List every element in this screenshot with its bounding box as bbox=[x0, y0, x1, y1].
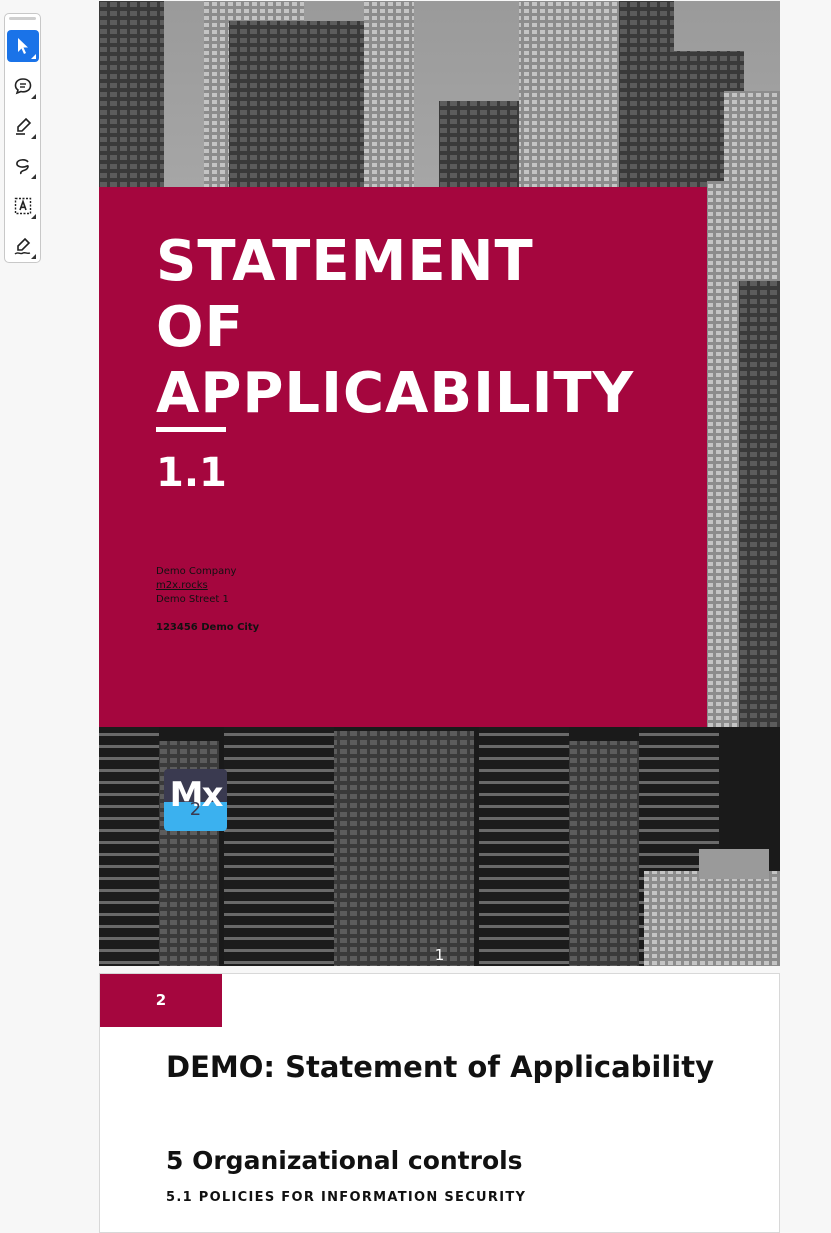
content-page: 2 DEMO: Statement of Applicability 5 Org… bbox=[99, 973, 780, 1233]
cover-title-box: STATEMENT OF APPLICABILITY 1.1 Demo Comp… bbox=[99, 187, 707, 727]
lasso-draw-icon bbox=[16, 159, 29, 175]
tool-options-indicator bbox=[31, 54, 36, 59]
tool-options-indicator bbox=[31, 174, 36, 179]
cover-title-line: OF bbox=[156, 295, 244, 360]
cover-title-line: APPLICABILITY bbox=[156, 361, 635, 426]
company-name: Demo Company bbox=[156, 566, 237, 577]
signature-pen-icon bbox=[14, 237, 31, 255]
freehand-tool-button[interactable] bbox=[7, 150, 39, 182]
toolbar-drag-handle[interactable] bbox=[9, 17, 36, 20]
cover-title: STATEMENT OF APPLICABILITY bbox=[156, 229, 634, 427]
logo-subscript: 2 bbox=[189, 799, 202, 820]
select-tool-button[interactable] bbox=[7, 30, 39, 62]
signature-tool-button[interactable] bbox=[7, 230, 39, 262]
company-website-link[interactable]: m2x.rocks bbox=[156, 579, 259, 593]
highlight-tool-button[interactable] bbox=[7, 110, 39, 142]
cover-page: STATEMENT OF APPLICABILITY 1.1 Demo Comp… bbox=[99, 1, 780, 966]
subsection-heading: 5.1 POLICIES FOR INFORMATION SECURITY bbox=[166, 1190, 527, 1205]
document-version: 1.1 bbox=[156, 450, 227, 496]
cover-title-line: STATEMENT bbox=[156, 229, 534, 294]
section-heading: 5 Organizational controls bbox=[166, 1146, 523, 1175]
company-address: Demo Company m2x.rocks Demo Street 1 123… bbox=[156, 565, 259, 635]
tool-options-indicator bbox=[31, 134, 36, 139]
page-number: 1 bbox=[434, 946, 445, 964]
tool-options-indicator bbox=[31, 214, 36, 219]
comment-icon bbox=[14, 78, 32, 95]
document-heading: DEMO: Statement of Applicability bbox=[166, 1050, 715, 1084]
company-city: 123456 Demo City bbox=[156, 622, 260, 633]
page-number-tab: 2 bbox=[100, 974, 222, 1027]
company-logo: Mx 2 bbox=[164, 769, 227, 831]
company-street: Demo Street 1 bbox=[156, 594, 229, 605]
annotation-toolbar bbox=[4, 13, 41, 263]
comment-tool-button[interactable] bbox=[7, 70, 39, 102]
title-underline bbox=[156, 427, 226, 432]
tool-options-indicator bbox=[31, 94, 36, 99]
text-box-tool-button[interactable] bbox=[7, 190, 39, 222]
tool-options-indicator bbox=[31, 254, 36, 259]
text-box-icon bbox=[14, 197, 32, 215]
highlighter-icon bbox=[16, 117, 32, 135]
cursor-arrow-icon bbox=[18, 38, 28, 54]
